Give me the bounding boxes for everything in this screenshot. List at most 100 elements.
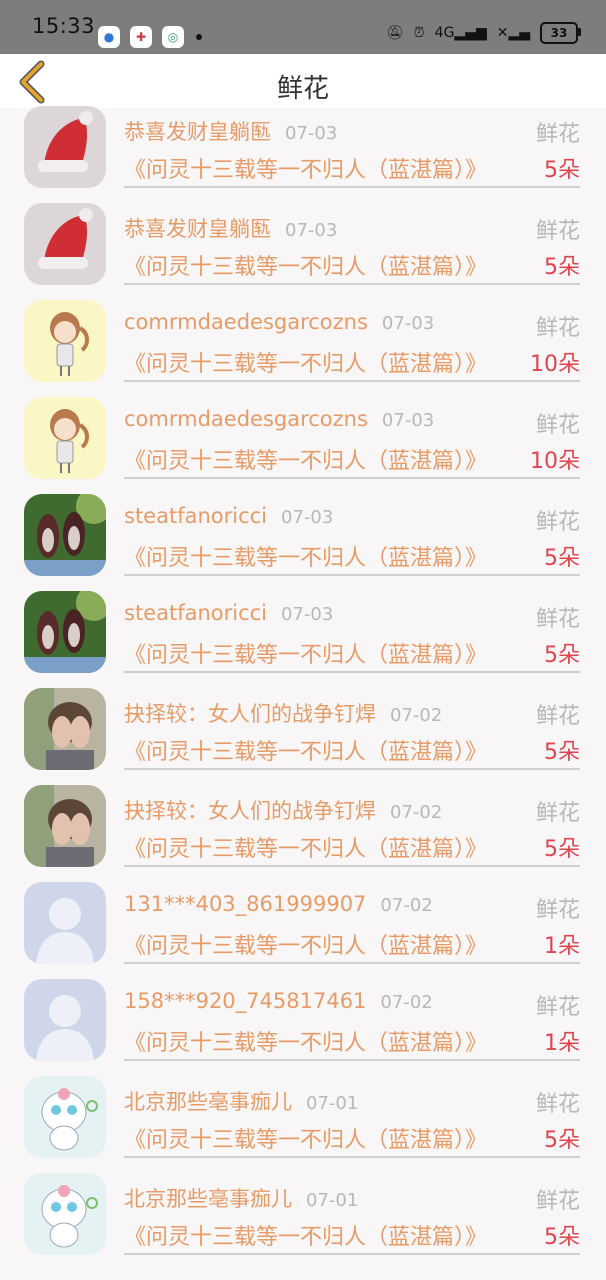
book-title: 《问灵十三载等一不归人（蓝湛篇）》 (124, 158, 488, 183)
date: 07-03 (285, 220, 338, 241)
avatar[interactable] (24, 882, 106, 964)
avatar[interactable] (24, 106, 106, 188)
gift-type: 鲜花 (535, 898, 580, 923)
avatar[interactable] (24, 203, 106, 285)
row-top: steatfanoricci 07-03 鲜花 (124, 504, 580, 535)
user-name: steatfanoricci (124, 504, 268, 528)
app-notification-icon-1: ● (98, 26, 120, 48)
row-top: 北京那些亳事痂儿 07-01 鲜花 (124, 1086, 580, 1117)
gift-type: 鲜花 (535, 316, 580, 341)
date: 07-03 (381, 313, 435, 334)
book-title: 《问灵十三载等一不归人（蓝湛篇）》 (124, 1031, 488, 1056)
list-item[interactable]: 抉择较：女人们的战争钉焊 07-02 鲜花 《问灵十三载等一不归人（蓝湛篇）》 5… (0, 672, 606, 770)
avatar[interactable] (24, 1076, 106, 1158)
gift-type: 鲜花 (535, 995, 580, 1020)
list-item[interactable]: 抉择较：女人们的战争钉焊 07-02 鲜花 《问灵十三载等一不归人（蓝湛篇）》 5… (0, 769, 606, 867)
list-item[interactable]: 北京那些亳事痂儿 07-01 鲜花 《问灵十三载等一不归人（蓝湛篇）》 5朵 (0, 1157, 606, 1255)
row-bottom: 《问灵十三载等一不归人（蓝湛篇）》 5朵 (124, 1122, 580, 1154)
flower-count: 5朵 (544, 1128, 580, 1153)
user-name: 抉择较：女人们的战争钉焊 (124, 799, 376, 823)
user-name: comrmdaedesgarcozns (124, 407, 368, 431)
alarm-icon: ⏰︎ (413, 25, 425, 41)
santa-hat-avatar-icon (24, 106, 106, 188)
shoes-photo-avatar-icon (24, 591, 106, 673)
row-top: steatfanoricci 07-03 鲜花 (124, 601, 580, 632)
row-top: comrmdaedesgarcozns 07-03 鲜花 (124, 407, 580, 438)
list-item[interactable]: 恭喜发财皇躺匦 07-03 鲜花 《问灵十三载等一不归人（蓝湛篇）》 5朵 (0, 90, 606, 188)
face-hands-photo-avatar-icon (24, 688, 106, 770)
flower-gift-list: 恭喜发财皇躺匦 07-03 鲜花 《问灵十三载等一不归人（蓝湛篇）》 5朵 恭喜发… (0, 90, 606, 1255)
list-item[interactable]: steatfanoricci 07-03 鲜花 《问灵十三载等一不归人（蓝湛篇）》… (0, 478, 606, 576)
avatar[interactable] (24, 1173, 106, 1255)
flower-count: 10朵 (530, 352, 580, 377)
list-item[interactable]: 北京那些亳事痂儿 07-01 鲜花 《问灵十三载等一不归人（蓝湛篇）》 5朵 (0, 1060, 606, 1158)
list-item[interactable]: 恭喜发财皇躺匦 07-03 鲜花 《问灵十三载等一不归人（蓝湛篇）》 5朵 (0, 187, 606, 285)
date: 07-01 (306, 1093, 359, 1114)
book-title: 《问灵十三载等一不归人（蓝湛篇）》 (124, 934, 488, 959)
row-bottom: 《问灵十三载等一不归人（蓝湛篇）》 5朵 (124, 734, 580, 766)
avatar[interactable] (24, 494, 106, 576)
more-notifications-dot-icon (196, 34, 202, 40)
flower-count: 5朵 (544, 158, 580, 183)
battery-icon: 33 (540, 22, 581, 44)
status-notification-icons: ● ✚ ◎ (98, 26, 202, 48)
avatar[interactable] (24, 591, 106, 673)
flower-count: 5朵 (544, 740, 580, 765)
list-item[interactable]: comrmdaedesgarcozns 07-03 鲜花 《问灵十三载等一不归人（… (0, 381, 606, 479)
row-bottom: 《问灵十三载等一不归人（蓝湛篇）》 5朵 (124, 1219, 580, 1251)
row-bottom: 《问灵十三载等一不归人（蓝湛篇）》 5朵 (124, 831, 580, 863)
user-name: 恭喜发财皇躺匦 (124, 217, 271, 241)
list-item[interactable]: comrmdaedesgarcozns 07-03 鲜花 《问灵十三载等一不归人（… (0, 284, 606, 382)
row-bottom: 《问灵十三载等一不归人（蓝湛篇）》 1朵 (124, 1025, 580, 1057)
status-bar: 15:33 ● ✚ ◎ 🔕︎ ⏰︎ 4G▂▄▆ ✕▂▄ 33 (0, 0, 606, 54)
flower-count: 5朵 (544, 643, 580, 668)
date: 07-03 (285, 123, 338, 144)
row-top: 抉择较：女人们的战争钉焊 07-02 鲜花 (124, 698, 580, 729)
book-title: 《问灵十三载等一不归人（蓝湛篇）》 (124, 255, 488, 280)
row-top: 恭喜发财皇躺匦 07-03 鲜花 (124, 116, 580, 147)
date: 07-03 (281, 507, 334, 528)
row-top: 北京那些亳事痂儿 07-01 鲜花 (124, 1183, 580, 1214)
book-title: 《问灵十三载等一不归人（蓝湛篇）》 (124, 449, 488, 474)
status-time: 15:33 (32, 14, 96, 38)
book-title: 《问灵十三载等一不归人（蓝湛篇）》 (124, 546, 488, 571)
avatar[interactable] (24, 688, 106, 770)
list-item[interactable]: steatfanoricci 07-03 鲜花 《问灵十三载等一不归人（蓝湛篇）》… (0, 575, 606, 673)
book-title: 《问灵十三载等一不归人（蓝湛篇）》 (124, 837, 488, 862)
flower-count: 5朵 (544, 1225, 580, 1250)
book-title: 《问灵十三载等一不归人（蓝湛篇）》 (124, 352, 488, 377)
app-notification-icon-3: ◎ (162, 26, 184, 48)
signal-x-icon: ✕▂▄ (496, 25, 530, 41)
book-title: 《问灵十三载等一不归人（蓝湛篇）》 (124, 1128, 488, 1153)
date: 07-03 (381, 410, 435, 431)
avatar[interactable] (24, 300, 106, 382)
battery-level: 33 (550, 26, 568, 40)
gift-type: 鲜花 (535, 219, 580, 244)
gift-type: 鲜花 (535, 413, 580, 438)
book-title: 《问灵十三载等一不归人（蓝湛篇）》 (124, 643, 488, 668)
avatar[interactable] (24, 785, 106, 867)
girl-cartoon-avatar-icon (24, 397, 106, 479)
row-top: comrmdaedesgarcozns 07-03 鲜花 (124, 310, 580, 341)
flower-count: 1朵 (544, 1031, 580, 1056)
flower-count: 1朵 (544, 934, 580, 959)
date: 07-02 (380, 895, 433, 916)
divider (124, 1253, 580, 1255)
user-name: steatfanoricci (124, 601, 268, 625)
avatar[interactable] (24, 979, 106, 1061)
network-label: 4G (434, 25, 455, 41)
user-name: 北京那些亳事痂儿 (124, 1090, 292, 1114)
app-notification-icon-2: ✚ (130, 26, 152, 48)
shoes-photo-avatar-icon (24, 494, 106, 576)
gift-type: 鲜花 (535, 510, 580, 535)
list-item[interactable]: 131***403_861999907 07-02 鲜花 《问灵十三载等一不归人（… (0, 866, 606, 964)
cartoon-creature-avatar-icon (24, 1173, 106, 1255)
user-name: 158***920_745817461 (124, 989, 367, 1013)
date: 07-02 (380, 992, 433, 1013)
row-bottom: 《问灵十三载等一不归人（蓝湛篇）》 5朵 (124, 249, 580, 281)
user-name: 131***403_861999907 (124, 892, 367, 916)
list-item[interactable]: 158***920_745817461 07-02 鲜花 《问灵十三载等一不归人（… (0, 963, 606, 1061)
avatar[interactable] (24, 397, 106, 479)
user-name: comrmdaedesgarcozns (124, 310, 368, 334)
row-top: 抉择较：女人们的战争钉焊 07-02 鲜花 (124, 795, 580, 826)
